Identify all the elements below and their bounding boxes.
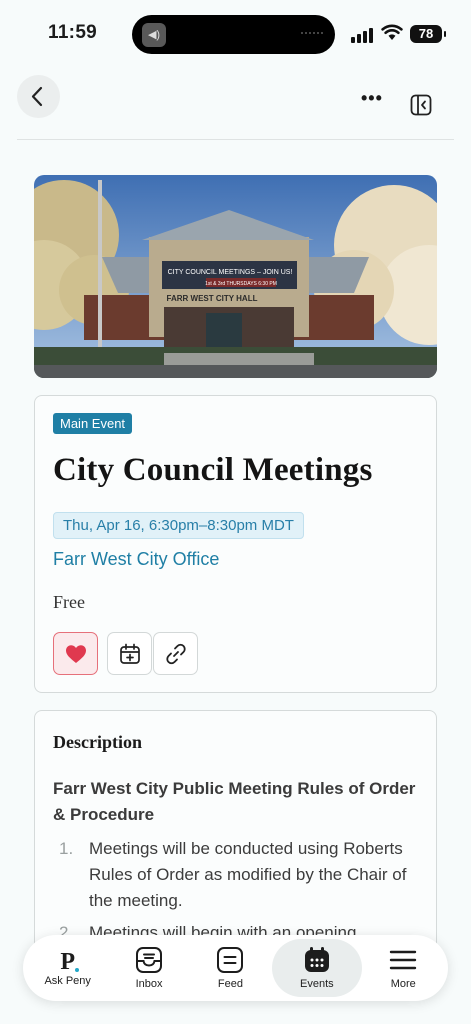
tab-more[interactable]: More bbox=[363, 939, 443, 997]
event-price: Free bbox=[53, 592, 85, 612]
copy-link-button[interactable] bbox=[153, 632, 198, 675]
tab-label: Feed bbox=[217, 978, 243, 990]
tab-ask-peny[interactable]: P Ask Peny bbox=[28, 939, 108, 997]
event-location-link[interactable]: Farr West City Office bbox=[53, 549, 219, 570]
wifi-icon bbox=[381, 24, 403, 40]
list-item: 1. Meetings will be conducted using Robe… bbox=[53, 836, 423, 914]
tab-inbox[interactable]: Inbox bbox=[109, 939, 189, 997]
dots-indicator bbox=[301, 32, 323, 35]
tab-label: Ask Peny bbox=[44, 975, 91, 987]
calendar-add-icon bbox=[119, 643, 140, 664]
calendar-icon bbox=[304, 947, 329, 972]
menu-icon bbox=[390, 950, 417, 970]
inbox-icon bbox=[136, 947, 163, 973]
tab-events[interactable]: Events bbox=[271, 939, 362, 997]
hero-sign-line1: CITY COUNCIL MEETINGS – JOIN US! bbox=[168, 269, 293, 276]
bottom-tab-bar: P Ask Peny Inbox Feed Events More bbox=[23, 935, 448, 1001]
back-button[interactable] bbox=[17, 75, 60, 118]
battery-indicator: 78 bbox=[410, 25, 446, 43]
speaker-icon: ◀) bbox=[142, 23, 166, 47]
add-to-calendar-button[interactable] bbox=[107, 632, 152, 675]
tab-label: Inbox bbox=[135, 978, 163, 990]
description-heading: Description bbox=[53, 732, 142, 752]
list-item-text: Meetings will be conducted using Roberts… bbox=[89, 839, 407, 910]
collapse-panel-icon[interactable] bbox=[410, 94, 432, 116]
tab-label: More bbox=[390, 978, 416, 990]
dynamic-island: ◀) bbox=[132, 15, 335, 54]
event-hero-image: CITY COUNCIL MEETINGS – JOIN US! 1st & 3… bbox=[34, 175, 437, 378]
more-options-button[interactable]: ••• bbox=[361, 88, 383, 109]
link-icon bbox=[165, 643, 186, 664]
hero-building-name: FARR WEST CITY HALL bbox=[167, 294, 258, 303]
event-date-chip: Thu, Apr 16, 6:30pm–8:30pm MDT bbox=[53, 512, 304, 539]
favorite-button[interactable] bbox=[53, 632, 98, 675]
heart-icon bbox=[65, 644, 86, 663]
description-card: Description Farr West City Public Meetin… bbox=[34, 710, 437, 970]
description-subheading: Farr West City Public Meeting Rules of O… bbox=[53, 779, 416, 824]
header-divider bbox=[17, 139, 454, 140]
tab-label: Events bbox=[300, 978, 334, 990]
tab-feed[interactable]: Feed bbox=[190, 939, 270, 997]
signal-icon bbox=[351, 28, 373, 43]
top-bar: ••• bbox=[0, 70, 471, 140]
chevron-left-icon bbox=[31, 86, 43, 107]
event-type-badge: Main Event bbox=[53, 413, 133, 434]
event-details-card: Main Event City Council Meetings Thu, Ap… bbox=[34, 395, 437, 693]
list-item-number: 1. bbox=[59, 839, 74, 858]
feed-icon bbox=[217, 947, 244, 973]
hero-sign-line2: 1st & 3rd THURSDAYS 6:30 PM bbox=[205, 281, 277, 287]
status-bar: 11:59 ◀) 78 bbox=[0, 0, 471, 70]
peny-logo-icon: P bbox=[60, 949, 79, 975]
status-time: 11:59 bbox=[48, 22, 98, 43]
event-title: City Council Meetings bbox=[53, 452, 373, 488]
